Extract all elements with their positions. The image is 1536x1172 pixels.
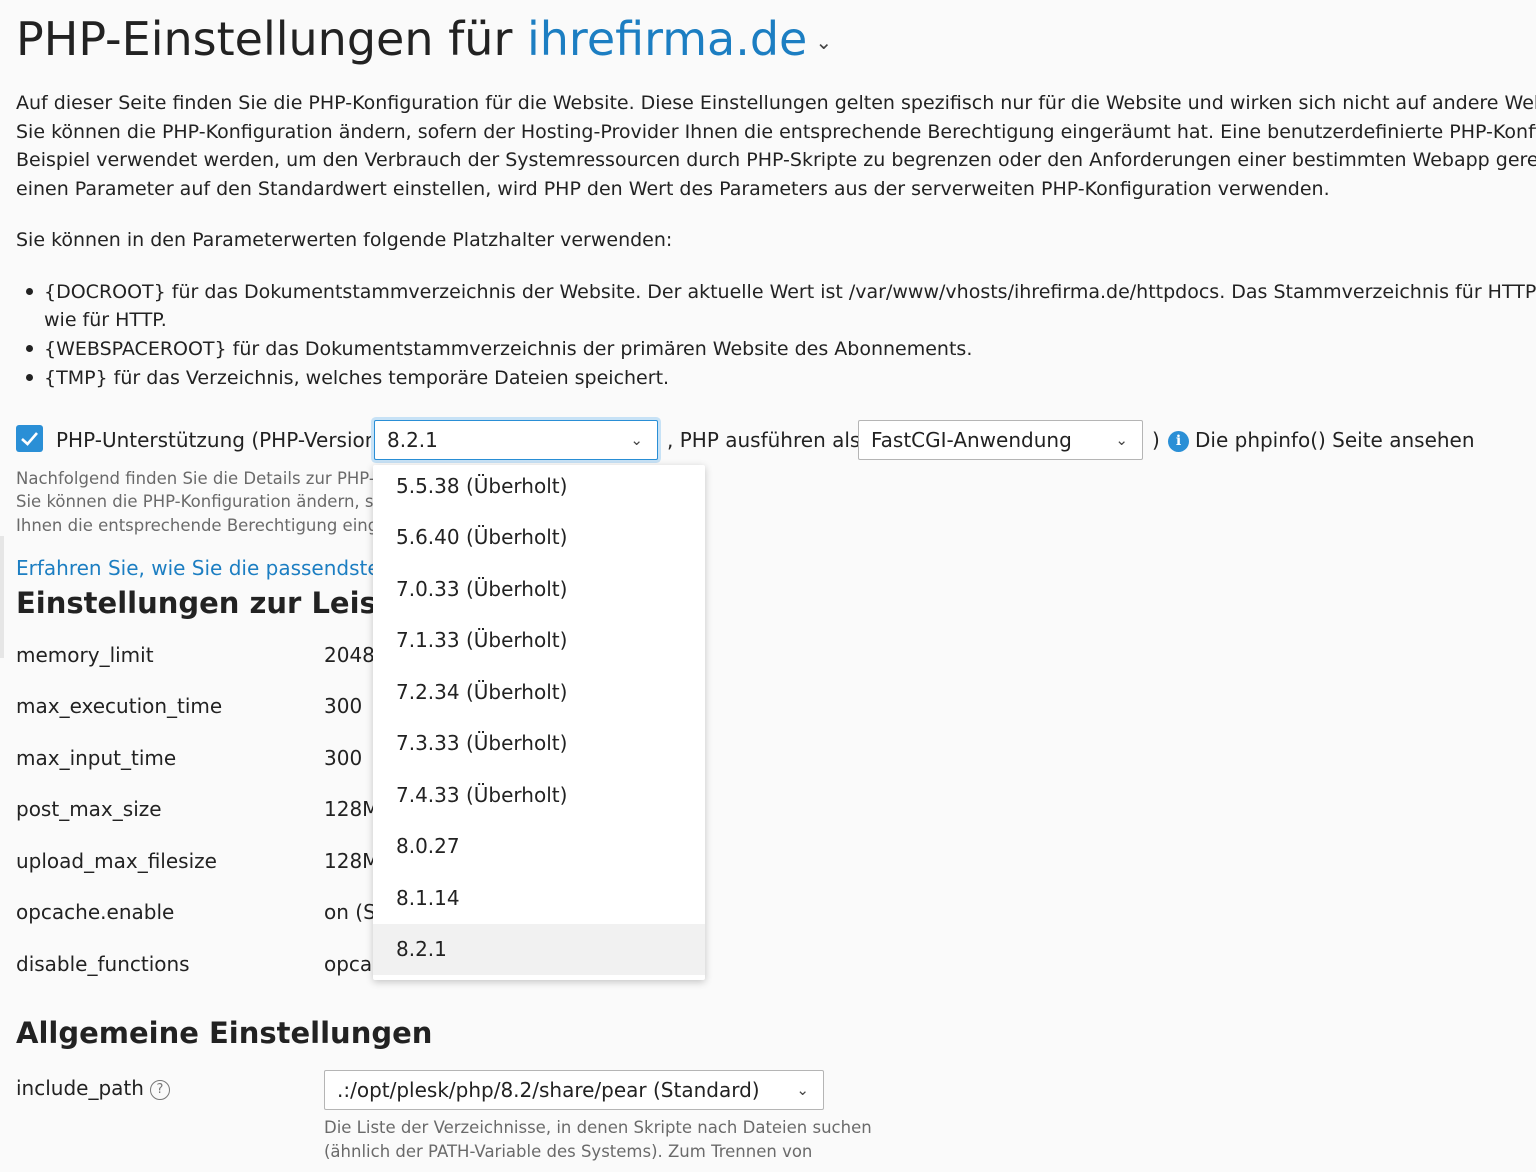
param-name: disable_functions [16,952,190,976]
include-path-help-2: (ähnlich der PATH-Variable des Systems).… [324,1142,813,1161]
param-name: post_max_size [16,797,162,821]
info-icon: i [1168,431,1189,452]
intro-line-4: einen Parameter auf den Standardwert ein… [16,178,1330,200]
php-handler-select[interactable]: FastCGI-Anwendung ⌄ [858,420,1143,460]
chevron-down-icon: ⌄ [796,1081,809,1099]
run-as-label: , PHP ausführen als [667,428,861,452]
bullet-tmp-text: {TMP} für das Verzeichnis, welches tempo… [44,367,670,389]
page-title-prefix: PHP-Einstellungen für [16,12,513,66]
side-accent-bar [0,536,4,658]
chevron-down-icon: ⌄ [630,431,643,449]
bullet-docroot-cont: wie für HTTP. [44,309,167,331]
bullet-tmp: {TMP} für das Verzeichnis, welches tempo… [26,364,669,393]
param-value[interactable]: 300 [324,746,362,770]
version-option[interactable]: 8.1.14 [373,873,705,924]
php-version-value: 8.2.1 [387,428,438,452]
checkmark-icon [21,432,38,446]
param-value[interactable]: 128M [324,849,379,873]
page-title: PHP-Einstellungen für ihrefirma.de ⌄ [16,8,832,79]
include-path-value: .:/opt/plesk/php/8.2/share/pear (Standar… [337,1078,760,1102]
version-option[interactable]: 7.2.34 (Überholt) [373,667,705,718]
details-line-2: Sie können die PHP-Konfiguration ändern,… [16,492,384,511]
param-name: upload_max_filesize [16,849,217,873]
php-version-select[interactable]: 8.2.1 ⌄ [374,420,658,460]
details-line-1: Nachfolgend finden Sie die Details zur P… [16,469,386,488]
bullet-webspaceroot-text: {WEBSPACEROOT} für das Dokumentstammverz… [44,338,973,360]
include-path-select[interactable]: .:/opt/plesk/php/8.2/share/pear (Standar… [324,1070,824,1110]
param-name: opcache.enable [16,900,175,924]
param-name: max_execution_time [16,694,223,718]
version-option[interactable]: 5.5.38 (Überholt) [373,461,705,512]
version-option[interactable]: 7.3.33 (Überholt) [373,718,705,769]
chevron-down-icon: ⌄ [1115,431,1128,449]
php-handler-value: FastCGI-Anwendung [871,428,1072,452]
intro-line-1: Auf dieser Seite finden Sie die PHP-Konf… [16,92,1536,114]
help-icon[interactable]: ? [149,1080,170,1100]
param-name: memory_limit [16,643,154,667]
version-option[interactable]: 8.0.27 [373,821,705,872]
version-option[interactable]: 5.6.40 (Überholt) [373,512,705,563]
version-option[interactable]: 7.1.33 (Überholt) [373,615,705,666]
param-value[interactable]: 300 [324,694,362,718]
bullet-webspaceroot: {WEBSPACEROOT} für das Dokumentstammverz… [26,335,972,364]
phpinfo-link[interactable]: i Die phpinfo() Seite ansehen [1168,428,1475,454]
placeholder-intro: Sie können in den Parameterwerten folgen… [16,229,673,251]
version-option[interactable]: 7.0.33 (Überholt) [373,564,705,615]
close-paren: ) [1152,428,1160,452]
bullet-docroot-text: {DOCROOT} für das Dokumentstammverzeichn… [44,281,1536,303]
param-value[interactable]: 128M [324,797,379,821]
version-option[interactable]: 7.4.33 (Überholt) [373,770,705,821]
phpinfo-link-text: Die phpinfo() Seite ansehen [1195,428,1475,452]
include-path-help-1: Die Liste der Verzeichnisse, in denen Sk… [324,1118,872,1137]
details-line-3: Ihnen die entsprechende Berechtigung ein… [16,516,389,535]
intro-line-2: Sie können die PHP-Konfiguration ändern,… [16,121,1536,143]
chevron-down-icon[interactable]: ⌄ [815,30,832,54]
php-support-label-text: PHP-Unterstützung [56,428,245,452]
include-path-label-text: include_path [16,1076,144,1100]
learn-more-link[interactable]: Erfahren Sie, wie Sie die passendsten P [16,556,411,580]
param-name: max_input_time [16,746,177,770]
domain-switcher[interactable]: ihrefirma.de [527,12,807,66]
php-version-dropdown[interactable]: 5.5.38 (Überholt) 5.6.40 (Überholt) 7.0.… [373,465,705,980]
php-support-checkbox[interactable] [16,425,43,452]
version-option-selected[interactable]: 8.2.1 [373,924,705,975]
include-path-label: include_path? [16,1076,170,1102]
php-support-label: PHP-Unterstützung (PHP-Version [56,428,377,452]
intro-line-3: Beispiel verwendet werden, um den Verbra… [16,149,1536,171]
php-version-label: (PHP-Version [251,428,378,452]
bullet-docroot: {DOCROOT} für das Dokumentstammverzeichn… [26,278,1536,307]
general-heading: Allgemeine Einstellungen [16,1016,433,1050]
